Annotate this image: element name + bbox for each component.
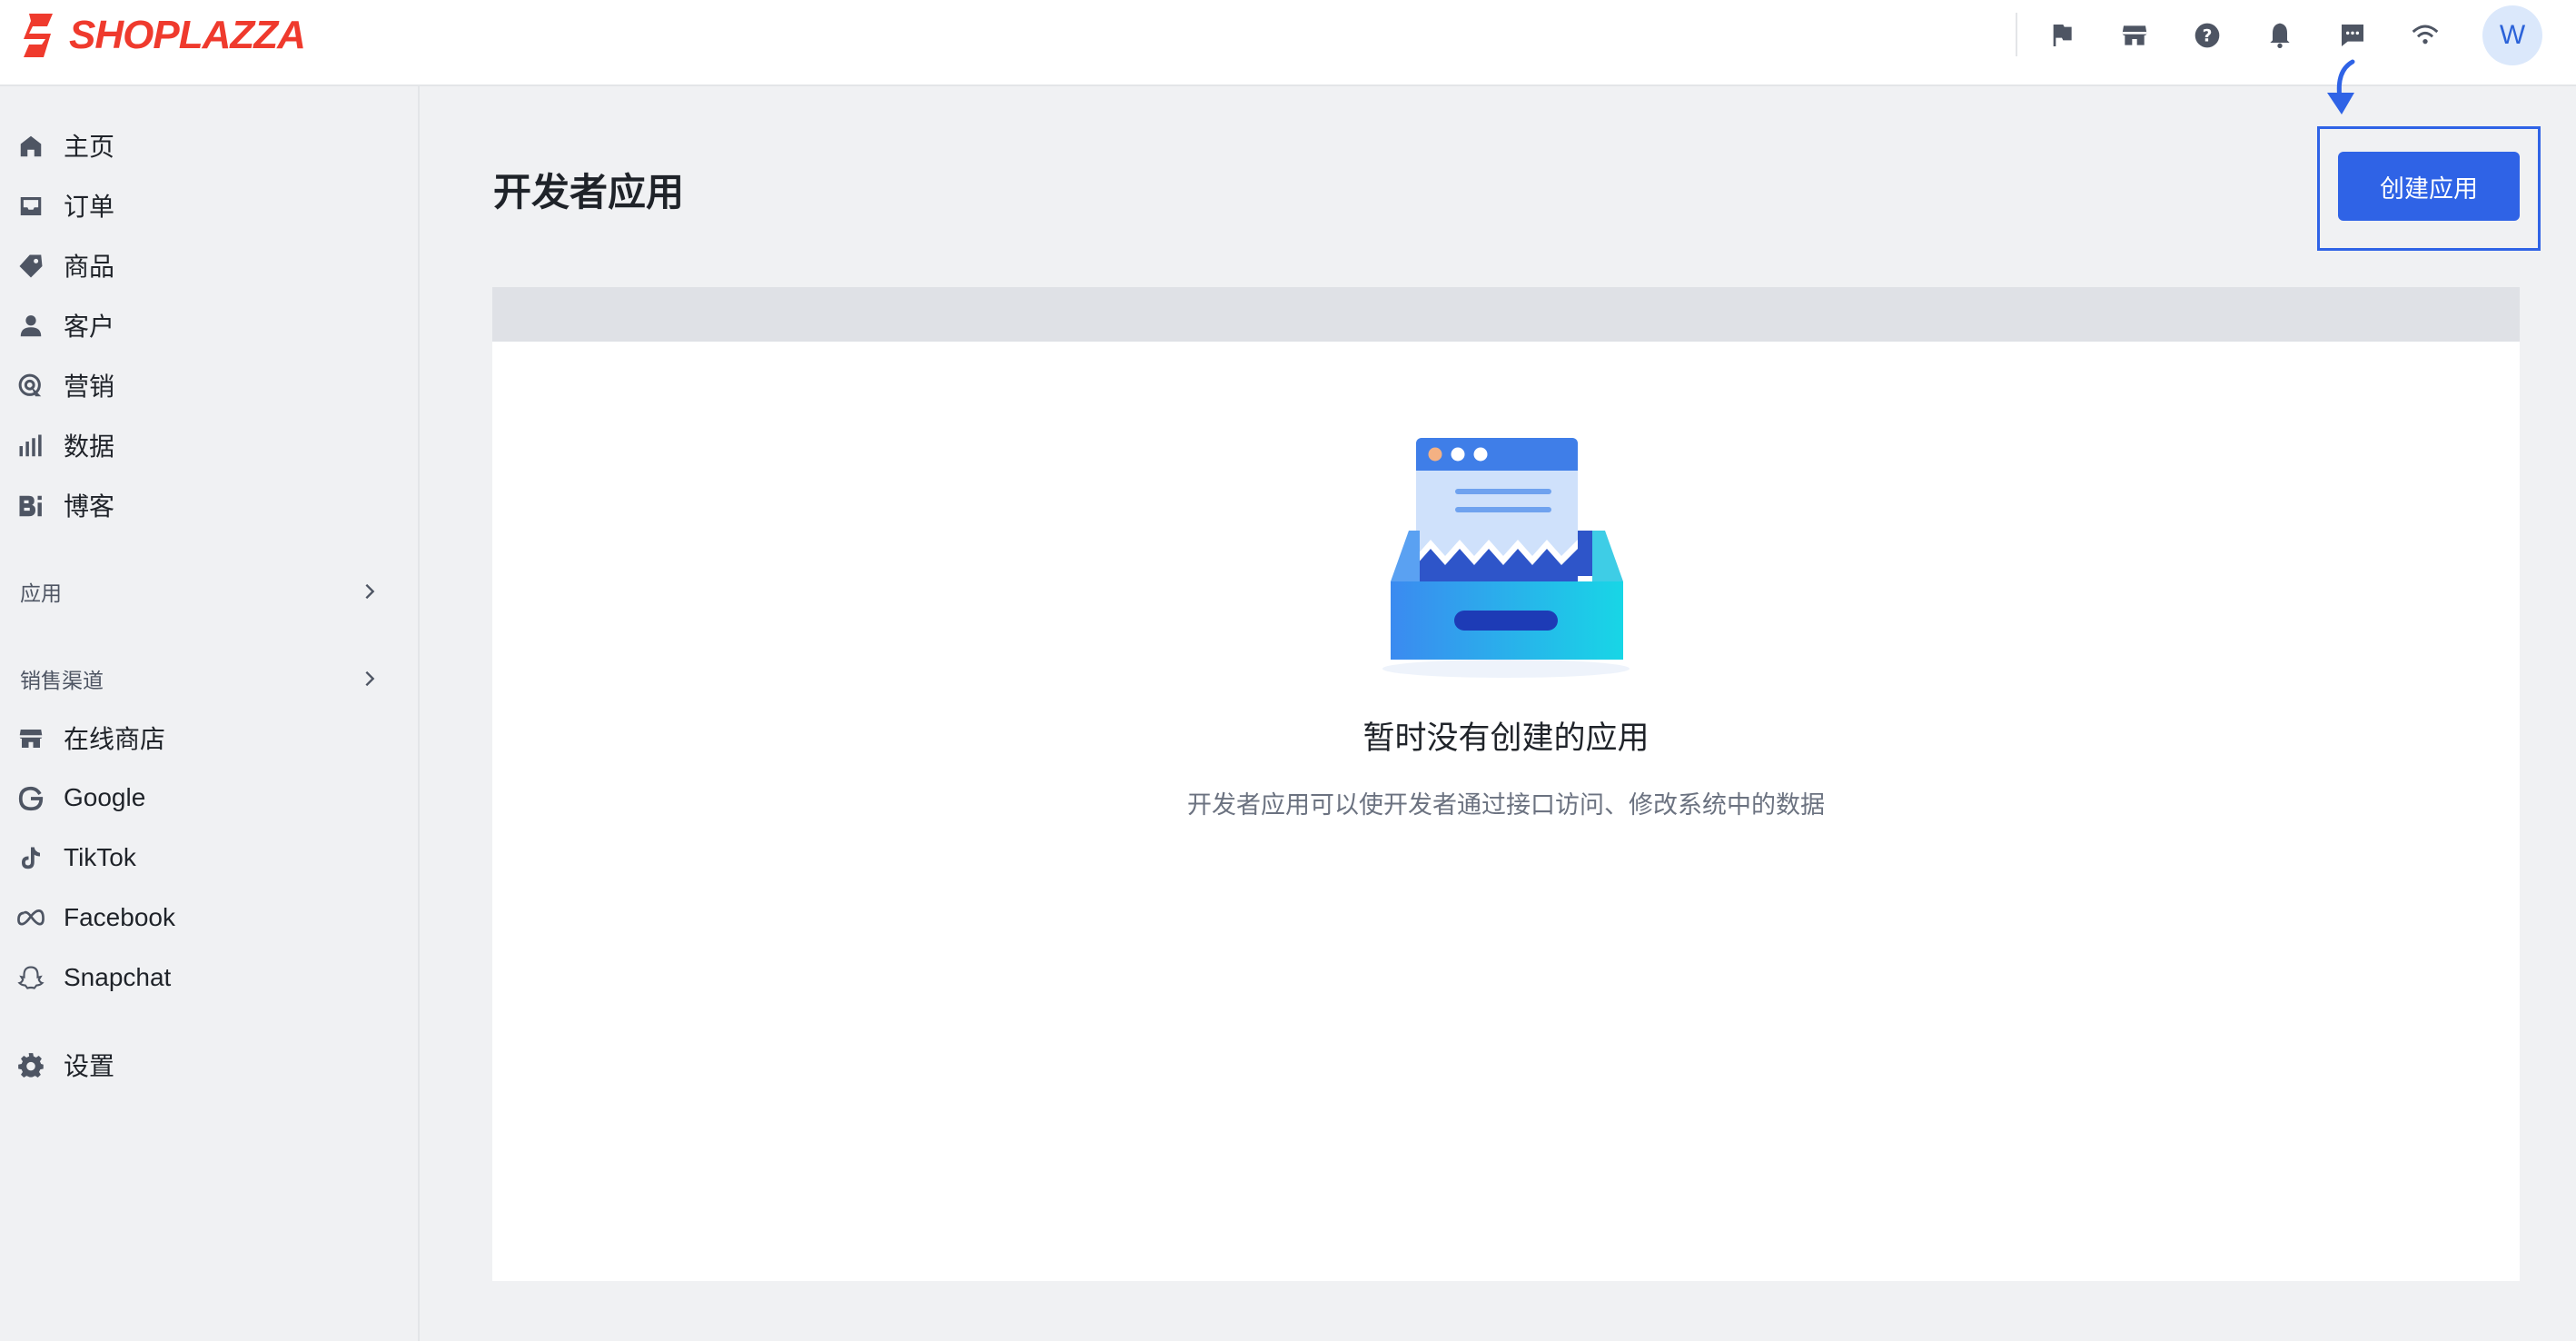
sidebar-item-products[interactable]: 商品	[0, 238, 418, 293]
sidebar-item-label: 营销	[64, 372, 115, 401]
sidebar-item-label: Google	[64, 783, 146, 811]
brand-name: SHOPLAZZA	[69, 13, 306, 57]
top-bar: SHOPLAZZA ? W	[0, 0, 2576, 86]
google-icon	[16, 784, 45, 813]
create-app-button[interactable]: 创建应用	[2338, 152, 2520, 221]
sidebar-item-label: 设置	[64, 1052, 115, 1080]
sidebar-item-orders[interactable]: 订单	[0, 178, 418, 233]
message-icon[interactable]	[2332, 15, 2373, 56]
shoplazza-logo[interactable]: SHOPLAZZA	[20, 12, 306, 59]
sidebar-item-label: 博客	[64, 492, 115, 521]
meta-icon	[16, 904, 45, 933]
sidebar-item-label: Snapchat	[64, 963, 172, 991]
sidebar-item-home[interactable]: 主页	[0, 118, 418, 173]
card-header	[492, 287, 2520, 342]
sidebar-item-blog[interactable]: 博客	[0, 478, 418, 532]
chevron-right-icon	[365, 583, 375, 600]
empty-state-title: 暂时没有创建的应用	[1362, 720, 1650, 756]
svg-text:?: ?	[2203, 27, 2213, 46]
sidebar-item-label: 数据	[64, 432, 115, 461]
home-icon	[16, 132, 45, 161]
sidebar-item-label: 客户	[64, 313, 115, 341]
tag-icon	[16, 252, 45, 281]
inbox-icon	[16, 192, 45, 221]
person-icon	[16, 312, 45, 341]
sidebar-item-online-store[interactable]: 在线商店	[0, 710, 418, 765]
arrow-down-icon	[2327, 59, 2355, 114]
gear-icon	[16, 1051, 45, 1080]
sidebar-item-settings[interactable]: 设置	[0, 1038, 418, 1092]
wifi-icon[interactable]	[2404, 15, 2446, 56]
help-icon[interactable]: ?	[2186, 15, 2228, 56]
chevron-right-icon	[365, 670, 375, 687]
flag-icon[interactable]	[2041, 15, 2083, 56]
snapchat-icon	[16, 964, 45, 993]
marketing-icon	[16, 372, 45, 401]
sidebar-item-analytics[interactable]: 数据	[0, 418, 418, 472]
sidebar-item-label: Facebook	[64, 903, 175, 931]
section-label: 应用	[20, 581, 62, 605]
top-divider	[2016, 13, 2017, 56]
sidebar-section-sales-channels[interactable]: 销售渠道	[0, 656, 418, 701]
sidebar: 主页 订单 商品 客户 营销 数据 博客 应用 销售渠道 在线商店 Google	[0, 86, 420, 1341]
sidebar-item-snapchat[interactable]: Snapchat	[0, 950, 418, 1005]
store-icon	[16, 724, 45, 753]
sidebar-item-google[interactable]: Google	[0, 770, 418, 825]
apps-card: 暂时没有创建的应用 开发者应用可以使开发者通过接口访问、修改系统中的数据	[492, 287, 2520, 1281]
sidebar-item-marketing[interactable]: 营销	[0, 358, 418, 412]
sidebar-item-label: 主页	[64, 133, 115, 161]
sidebar-item-tiktok[interactable]: TikTok	[0, 830, 418, 885]
avatar[interactable]: W	[2482, 5, 2542, 65]
empty-state-subtitle: 开发者应用可以使开发者通过接口访问、修改系统中的数据	[1187, 791, 1825, 819]
section-label: 销售渠道	[20, 669, 104, 692]
sidebar-item-label: 订单	[64, 193, 115, 221]
sidebar-section-apps[interactable]: 应用	[0, 569, 418, 614]
page-title: 开发者应用	[493, 171, 685, 214]
store-icon[interactable]	[2114, 15, 2155, 56]
tiktok-icon	[16, 844, 45, 873]
sidebar-item-label: 在线商店	[64, 725, 166, 753]
empty-box-illustration	[1382, 438, 1630, 678]
shoplazza-logo-icon	[24, 14, 53, 57]
sidebar-item-label: 商品	[64, 253, 115, 281]
avatar-initial: W	[2499, 20, 2526, 50]
sidebar-item-label: TikTok	[64, 843, 136, 871]
sidebar-item-facebook[interactable]: Facebook	[0, 890, 418, 945]
blog-icon	[16, 492, 45, 521]
bell-icon[interactable]	[2259, 15, 2301, 56]
sidebar-item-customers[interactable]: 客户	[0, 298, 418, 353]
bar-chart-icon	[16, 432, 45, 461]
